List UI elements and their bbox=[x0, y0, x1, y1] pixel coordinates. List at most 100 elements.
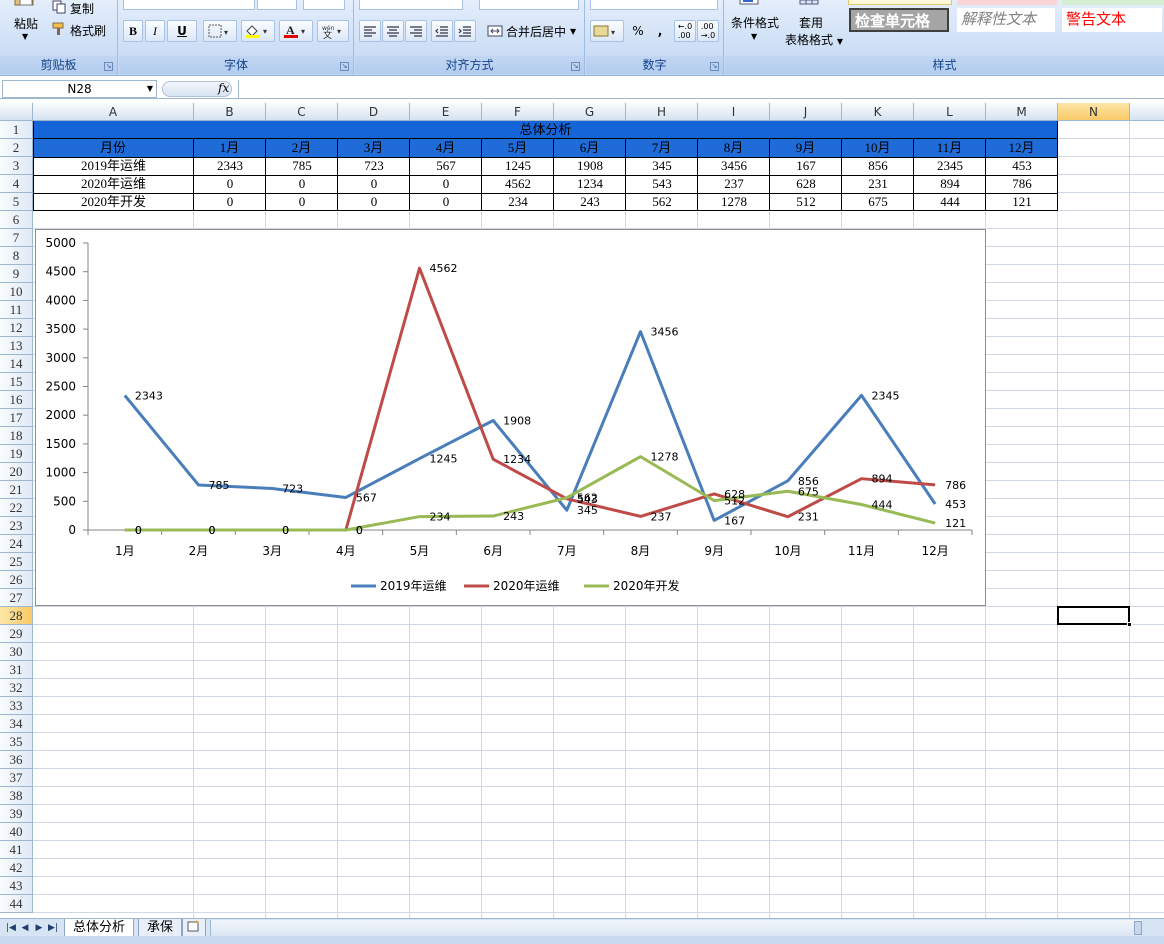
column-header-j[interactable]: J bbox=[770, 103, 842, 121]
format-painter-icon[interactable] bbox=[52, 22, 66, 39]
table-cell[interactable]: 2343 bbox=[194, 157, 266, 175]
table-cell[interactable]: 1234 bbox=[554, 175, 626, 193]
row-header-44[interactable]: 44 bbox=[0, 895, 33, 913]
merge-center-button[interactable]: 合并后居中 ▼ bbox=[483, 20, 579, 42]
row-header-6[interactable]: 6 bbox=[0, 211, 33, 229]
table-format-button[interactable]: 表格格式 ▼ bbox=[785, 31, 843, 48]
chevron-down-icon[interactable]: ▼ bbox=[147, 81, 153, 97]
format-painter-button[interactable]: 格式刷 bbox=[70, 22, 106, 39]
table-cell[interactable]: 0 bbox=[338, 175, 410, 193]
chevron-down-icon[interactable]: ▼ bbox=[22, 32, 28, 41]
row-header-40[interactable]: 40 bbox=[0, 823, 33, 841]
wrap-text-button[interactable] bbox=[479, 0, 579, 10]
conditional-format-icon[interactable] bbox=[739, 0, 761, 9]
column-header-c[interactable]: C bbox=[266, 103, 338, 121]
paste-button[interactable]: 粘贴 bbox=[14, 15, 38, 32]
row-header-34[interactable]: 34 bbox=[0, 715, 33, 733]
paste-icon[interactable] bbox=[6, 0, 42, 8]
row-header-9[interactable]: 9 bbox=[0, 265, 33, 283]
table-header-cell[interactable]: 11月 bbox=[914, 139, 986, 157]
horizontal-scrollbar[interactable] bbox=[210, 920, 1142, 936]
table-cell[interactable]: 1278 bbox=[698, 193, 770, 211]
column-header-g[interactable]: G bbox=[554, 103, 626, 121]
table-cell[interactable]: 543 bbox=[626, 175, 698, 193]
row-header-38[interactable]: 38 bbox=[0, 787, 33, 805]
row-header-2[interactable]: 2 bbox=[0, 139, 33, 157]
table-cell[interactable]: 243 bbox=[554, 193, 626, 211]
table-cell[interactable]: 0 bbox=[194, 175, 266, 193]
table-cell[interactable]: 121 bbox=[986, 193, 1058, 211]
table-cell[interactable]: 167 bbox=[770, 157, 842, 175]
row-header-26[interactable]: 26 bbox=[0, 571, 33, 589]
table-format-icon[interactable] bbox=[799, 0, 821, 9]
column-header-l[interactable]: L bbox=[914, 103, 986, 121]
style-swatch-bad[interactable] bbox=[957, 0, 1057, 5]
copy-button[interactable]: 复制 bbox=[70, 0, 94, 17]
table-cell[interactable]: 1908 bbox=[554, 157, 626, 175]
conditional-format-button[interactable]: 条件格式 bbox=[731, 14, 779, 31]
row-header-10[interactable]: 10 bbox=[0, 283, 33, 301]
table-cell[interactable]: 894 bbox=[914, 175, 986, 193]
table-cell[interactable]: 453 bbox=[986, 157, 1058, 175]
table-cell[interactable]: 0 bbox=[266, 193, 338, 211]
table-cell[interactable]: 856 bbox=[842, 157, 914, 175]
row-header-30[interactable]: 30 bbox=[0, 643, 33, 661]
style-swatch-neutral[interactable] bbox=[848, 0, 952, 5]
row-header-18[interactable]: 18 bbox=[0, 427, 33, 445]
style-swatch-good[interactable] bbox=[1062, 0, 1164, 5]
sheet-tab-active[interactable]: 总体分析 bbox=[64, 919, 135, 937]
row-header-27[interactable]: 27 bbox=[0, 589, 33, 607]
table-cell[interactable]: 628 bbox=[770, 175, 842, 193]
select-all-corner[interactable] bbox=[0, 103, 33, 121]
row-header-31[interactable]: 31 bbox=[0, 661, 33, 679]
dialog-launcher-icon[interactable]: ↘ bbox=[710, 62, 719, 71]
table-cell[interactable]: 0 bbox=[410, 193, 482, 211]
table-header-cell[interactable]: 12月 bbox=[986, 139, 1058, 157]
row-header-11[interactable]: 11 bbox=[0, 301, 33, 319]
row-header-23[interactable]: 23 bbox=[0, 517, 33, 535]
style-check-cell[interactable]: 检查单元格 bbox=[849, 8, 949, 32]
table-cell[interactable]: 0 bbox=[194, 193, 266, 211]
align-right-button[interactable] bbox=[405, 20, 427, 42]
font-grow-button[interactable] bbox=[303, 0, 345, 10]
underline-button[interactable]: U bbox=[167, 20, 197, 42]
row-header-32[interactable]: 32 bbox=[0, 679, 33, 697]
column-header-b[interactable]: B bbox=[194, 103, 266, 121]
style-warning-text[interactable]: 警告文本 bbox=[1062, 8, 1162, 32]
row-header-21[interactable]: 21 bbox=[0, 481, 33, 499]
scrollbar-thumb[interactable] bbox=[1134, 921, 1142, 935]
table-cell[interactable]: 0 bbox=[266, 175, 338, 193]
comma-button[interactable]: , bbox=[650, 20, 670, 42]
selected-cell-n28[interactable] bbox=[1057, 606, 1132, 627]
row-header-35[interactable]: 35 bbox=[0, 733, 33, 751]
number-format-combo[interactable] bbox=[590, 0, 718, 10]
table-header-cell[interactable]: 7月 bbox=[626, 139, 698, 157]
row-header-3[interactable]: 3 bbox=[0, 157, 33, 175]
copy-icon[interactable] bbox=[52, 0, 66, 17]
table-title[interactable]: 总体分析 bbox=[33, 121, 1058, 139]
table-cell[interactable]: 0 bbox=[338, 193, 410, 211]
row-header-25[interactable]: 25 bbox=[0, 553, 33, 571]
table-format-label-1[interactable]: 套用 bbox=[799, 14, 823, 31]
table-cell[interactable]: 4562 bbox=[482, 175, 554, 193]
row-header-22[interactable]: 22 bbox=[0, 499, 33, 517]
fill-color-button[interactable]: ▾ bbox=[241, 20, 275, 42]
table-header-cell[interactable]: 9月 bbox=[770, 139, 842, 157]
vertical-align-buttons[interactable] bbox=[359, 0, 463, 10]
row-header-28[interactable]: 28 bbox=[0, 607, 33, 625]
table-header-cell[interactable]: 月份 bbox=[33, 139, 194, 157]
table-cell[interactable]: 675 bbox=[842, 193, 914, 211]
first-sheet-icon[interactable]: |◀ bbox=[4, 921, 18, 935]
row-header-17[interactable]: 17 bbox=[0, 409, 33, 427]
currency-format-button[interactable]: ▾ bbox=[590, 20, 624, 42]
table-header-cell[interactable]: 1月 bbox=[194, 139, 266, 157]
column-header-a[interactable]: A bbox=[33, 103, 194, 121]
line-chart[interactable]: 0 500 1000 1500 2000 2500 3000 3500 4000 4500 5000… bbox=[35, 229, 986, 606]
table-cell[interactable]: 562 bbox=[626, 193, 698, 211]
decrease-decimal-button[interactable]: .00 →.0 bbox=[697, 20, 719, 42]
table-header-cell[interactable]: 5月 bbox=[482, 139, 554, 157]
table-cell[interactable]: 785 bbox=[266, 157, 338, 175]
row-header-15[interactable]: 15 bbox=[0, 373, 33, 391]
table-cell[interactable]: 0 bbox=[410, 175, 482, 193]
last-sheet-icon[interactable]: ▶| bbox=[46, 921, 60, 935]
